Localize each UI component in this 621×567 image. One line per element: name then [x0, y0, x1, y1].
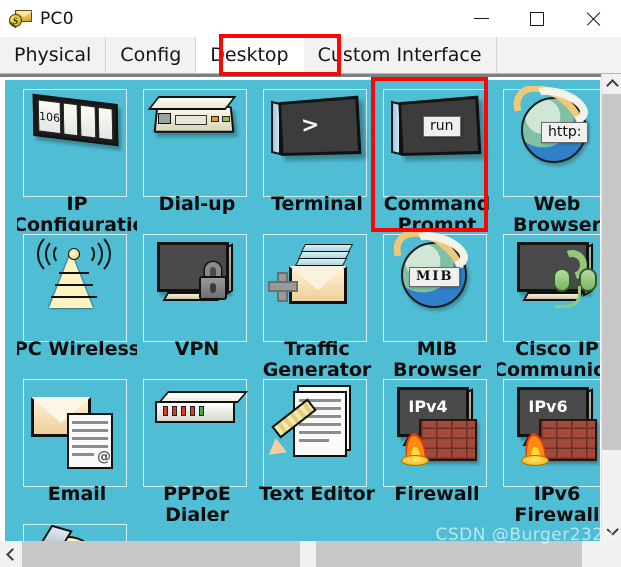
firewall-icon: IPv4 [383, 379, 487, 487]
traffic-generator-icon [263, 234, 367, 342]
desktop-item-label: PPPoE Dialer [163, 484, 231, 521]
mib-browser-badge: MIB [409, 267, 461, 287]
command-prompt-badge: run [423, 116, 461, 137]
tab-custom-interface-label: Custom Interface [317, 44, 482, 66]
tab-strip: Physical Config Desktop Custom Interface [0, 37, 621, 74]
scroll-left-button[interactable] [0, 541, 22, 567]
close-icon [584, 10, 602, 28]
tab-physical[interactable]: Physical [0, 37, 107, 73]
desktop-item-label: Email [47, 484, 107, 505]
tab-desktop[interactable]: Desktop [196, 37, 304, 73]
desktop-viewport: 106 IP Configuration [5, 80, 600, 542]
desktop-item-dial-up[interactable]: Dial-up [137, 86, 257, 231]
web-browser-icon: http: [501, 86, 600, 197]
maximize-icon [530, 11, 544, 26]
terminal-icon: > [263, 89, 367, 197]
email-icon: @ [23, 379, 127, 487]
desktop-item-vpn[interactable]: VPN [137, 231, 257, 376]
pppoe-dialer-icon [143, 379, 249, 487]
desktop-item-pie-chart[interactable] [17, 521, 137, 542]
maximize-button[interactable] [509, 0, 565, 37]
chevron-up-icon [605, 79, 619, 92]
window-title: PC0 [40, 8, 74, 29]
desktop-item-label: IPv6 Firewall [514, 484, 600, 521]
chevron-left-icon [6, 547, 19, 561]
desktop-item-web-browser[interactable]: http: Web Browser [497, 86, 600, 231]
desktop-icon-grid: 106 IP Configuration [17, 86, 600, 542]
desktop-item-label: Dial-up [158, 194, 236, 215]
desktop-item-label: Command Prompt [383, 194, 491, 231]
desktop-row: PC Wireless VPN Traffic Generator MIB MI… [17, 231, 600, 376]
desktop-item-ip-configuration[interactable]: 106 IP Configuration [17, 86, 137, 231]
desktop-item-label: Terminal [271, 194, 363, 215]
desktop-item-terminal[interactable]: > Terminal [257, 86, 377, 231]
desktop-item-ipv6-firewall[interactable]: IPv6 IPv6 Firewall [497, 376, 600, 521]
desktop-item-command-prompt[interactable]: run Command Prompt [377, 86, 497, 231]
tab-desktop-label: Desktop [210, 44, 289, 66]
vertical-scroll-track[interactable] [602, 94, 621, 521]
vertical-scrollbar[interactable] [601, 74, 621, 541]
window-controls [453, 0, 621, 37]
cisco-ip-communicator-icon [503, 234, 600, 342]
terminal-badge: > [300, 112, 321, 139]
ipv6-firewall-badge: IPv6 [528, 397, 568, 416]
web-browser-badge: http: [541, 122, 589, 143]
title-bar: S PC0 [0, 0, 621, 37]
desktop-item-email[interactable]: @ Email [17, 376, 137, 521]
desktop-item-pppoe-dialer[interactable]: PPPoE Dialer [137, 376, 257, 521]
minimize-button[interactable] [453, 0, 509, 37]
pc-wireless-icon [23, 232, 127, 342]
dial-up-icon [143, 89, 247, 197]
vertical-scroll-thumb[interactable] [602, 94, 621, 450]
pc0-window: S PC0 Physical Config Desktop Custom Int… [0, 0, 621, 567]
packet-tracer-icon: S [8, 8, 34, 30]
ipv6-firewall-icon: IPv6 [503, 379, 600, 487]
command-prompt-icon: run [383, 89, 487, 197]
close-button[interactable] [565, 0, 621, 37]
desktop-item-label: Cisco IP Communicator [497, 339, 600, 376]
desktop-item-pc-wireless[interactable]: PC Wireless [17, 231, 137, 376]
tab-config-label: Config [120, 44, 182, 66]
desktop-item-label: Text Editor [259, 484, 375, 505]
tab-config[interactable]: Config [106, 37, 197, 73]
tab-custom-interface[interactable]: Custom Interface [303, 37, 497, 73]
desktop-item-label: Firewall [394, 484, 480, 505]
desktop-item-label: IP Configuration [17, 194, 137, 231]
desktop-item-cisco-ip-communicator[interactable]: Cisco IP Communicator [497, 231, 600, 376]
desktop-item-label: VPN [174, 339, 220, 360]
vpn-icon [143, 234, 247, 342]
scroll-up-button[interactable] [602, 74, 621, 94]
horizontal-scroll-gap [300, 541, 316, 567]
desktop-item-firewall[interactable]: IPv4 Firewall [377, 376, 497, 521]
tab-physical-label: Physical [14, 44, 92, 66]
ip-configuration-badge: 106 [37, 99, 62, 135]
desktop-item-label: MIB Browser [392, 339, 482, 376]
desktop-item-label: Web Browser [512, 194, 600, 231]
watermark: CSDN @Burger2325 [435, 525, 615, 545]
desktop-panel: 106 IP Configuration [0, 74, 621, 542]
desktop-item-text-editor[interactable]: Text Editor [257, 376, 377, 521]
desktop-item-label: PC Wireless [17, 339, 137, 360]
desktop-item-label: Traffic Generator [262, 339, 372, 376]
mib-browser-icon: MIB [381, 231, 487, 342]
desktop-row: @ Email PPPoE Dialer Text Editor IPv4 Fi… [17, 376, 600, 521]
text-editor-icon [263, 379, 367, 487]
firewall-badge: IPv4 [408, 397, 448, 416]
desktop-row: 106 IP Configuration [17, 86, 600, 231]
ip-configuration-icon: 106 [23, 89, 127, 197]
minimize-icon [473, 18, 489, 19]
pie-chart-icon [23, 524, 127, 542]
desktop-item-mib-browser[interactable]: MIB MIB Browser [377, 231, 497, 376]
desktop-item-traffic-generator[interactable]: Traffic Generator [257, 231, 377, 376]
